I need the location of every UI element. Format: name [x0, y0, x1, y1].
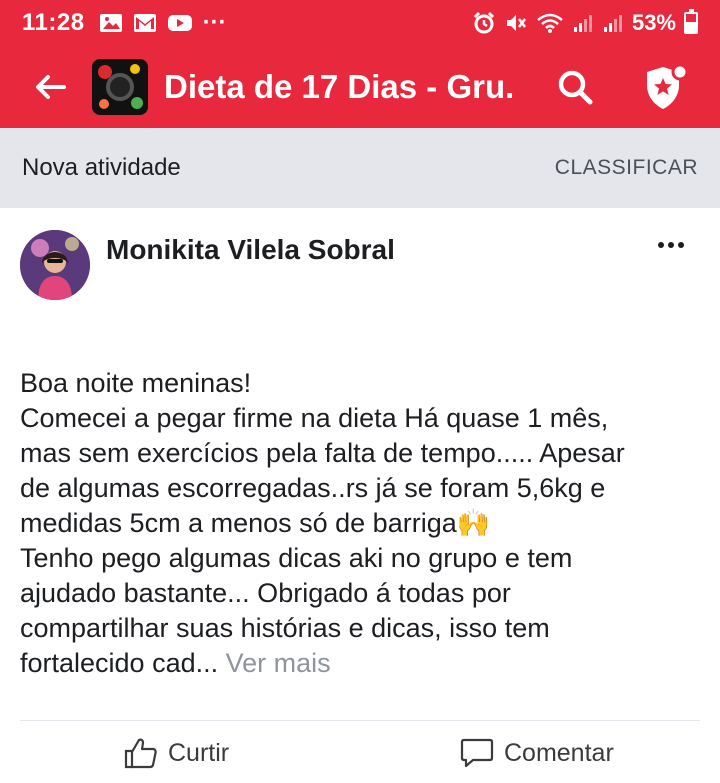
comment-button[interactable]: Comentar: [460, 732, 614, 774]
back-arrow-icon: [36, 75, 66, 99]
like-button[interactable]: Curtir: [124, 732, 229, 774]
status-time: 11:28: [22, 9, 85, 36]
youtube-icon: [167, 13, 193, 33]
post-last-line: fortalecido cad... Ver mais: [20, 646, 710, 681]
post-line: mas sem exercícios pela falta de tempo..…: [20, 438, 625, 468]
post-line: ajudado bastante... Obrigado á todas por: [20, 578, 511, 608]
battery-icon: [684, 9, 698, 34]
post-divider: [20, 720, 700, 721]
mute-icon: [504, 11, 528, 35]
more-dot: [668, 242, 674, 248]
app-bar: Dieta de 17 Dias - Gru...: [0, 46, 720, 128]
search-button[interactable]: [545, 57, 605, 117]
post-line: compartilhar suas histórias e dicas, iss…: [20, 613, 550, 643]
sort-button[interactable]: CLASSIFICAR: [555, 156, 698, 180]
post-author-name[interactable]: Monikita Vilela Sobral: [106, 234, 395, 266]
comment-label: Comentar: [504, 738, 614, 767]
status-bar: 11:28 ··· 53%: [0, 0, 720, 46]
more-dot: [658, 242, 664, 248]
battery-percent: 53%: [631, 10, 676, 35]
see-more-link[interactable]: Ver mais: [226, 648, 331, 678]
comment-bubble-icon: [460, 738, 494, 768]
admin-shield-button[interactable]: [634, 54, 700, 120]
activity-sort-bar: Nova atividade CLASSIFICAR: [0, 128, 720, 208]
wifi-icon: [536, 12, 564, 34]
new-activity-label: Nova atividade: [22, 154, 181, 181]
more-dot: [678, 242, 684, 248]
signal-icon: [602, 13, 624, 33]
group-title[interactable]: Dieta de 17 Dias - Gru...: [164, 68, 516, 106]
post-line: medidas 5cm a menos só de barriga🙌: [20, 508, 491, 538]
author-avatar[interactable]: [20, 230, 90, 300]
back-button[interactable]: [20, 57, 80, 117]
alarm-icon: [472, 11, 496, 35]
like-label: Curtir: [168, 738, 230, 767]
post-card: Monikita Vilela Sobral Boa noite meninas…: [0, 216, 720, 783]
status-right: 53%: [472, 9, 698, 36]
gmail-icon: [133, 13, 157, 33]
post-line: de algumas escorregadas..rs já se foram …: [20, 473, 606, 503]
group-avatar[interactable]: [92, 59, 148, 115]
status-left: 11:28 ···: [22, 9, 227, 37]
post-body: Boa noite meninas! Comecei a pegar firme…: [20, 366, 710, 681]
status-more: ···: [202, 9, 227, 36]
search-icon: [558, 70, 593, 105]
shield-star-icon: [647, 63, 689, 109]
thumbs-up-icon: [124, 738, 157, 769]
post-line: Tenho pego algumas dicas aki no grupo e …: [20, 543, 573, 573]
gallery-icon: [99, 13, 123, 33]
post-options-button[interactable]: [646, 230, 696, 260]
signal-icon: [572, 13, 594, 33]
post-line: Boa noite meninas!: [20, 368, 252, 398]
post-line-truncated: fortalecido cad...: [20, 648, 219, 678]
post-line: Comecei a pegar firme na dieta Há quase …: [20, 403, 609, 433]
